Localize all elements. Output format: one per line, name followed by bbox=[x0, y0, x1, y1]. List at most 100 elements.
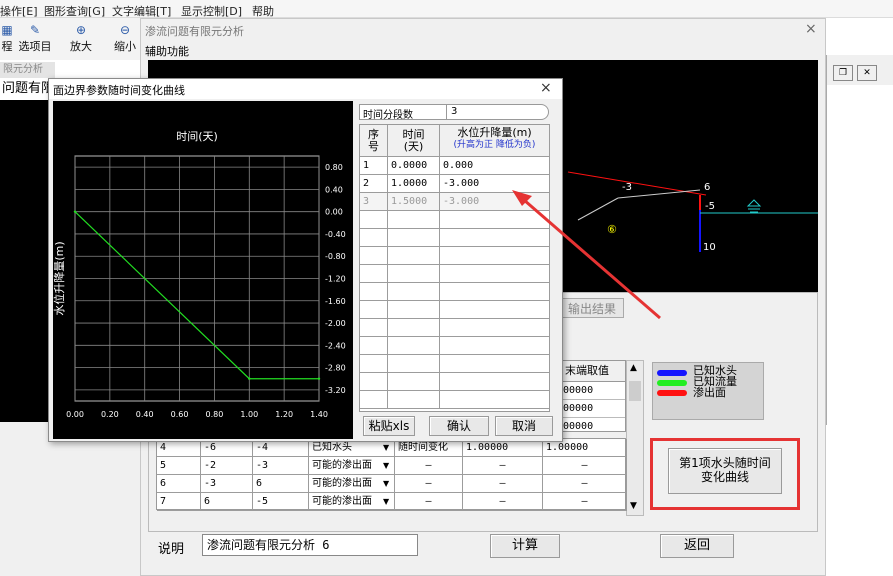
legend-label-seepage: 渗出面 bbox=[693, 386, 726, 399]
col-header-level: 水位升降量(m) (升高为正 降低为负) bbox=[440, 125, 550, 157]
col-header-level-label: 水位升降量(m) bbox=[457, 126, 532, 139]
series-line bbox=[74, 211, 319, 380]
y-tick-label: -0.40 bbox=[325, 230, 346, 239]
data-point bbox=[248, 377, 251, 380]
menu-operate[interactable]: 操作[E] bbox=[0, 3, 38, 19]
y-tick-label: -1.60 bbox=[325, 297, 346, 306]
menu-display-control[interactable]: 显示控制[D] bbox=[181, 3, 242, 19]
time-cell[interactable] bbox=[388, 319, 440, 337]
time-cell[interactable] bbox=[388, 355, 440, 373]
scroll-up-icon[interactable]: ▲ bbox=[630, 363, 637, 373]
level-cell[interactable] bbox=[440, 337, 550, 355]
level-cell[interactable] bbox=[440, 355, 550, 373]
table-cell[interactable]: — bbox=[395, 457, 463, 475]
menu-bar: 操作[E] 图形查询[G] 文字编辑[T] 显示控制[D] 帮助 bbox=[0, 0, 893, 18]
level-cell[interactable] bbox=[440, 283, 550, 301]
cancel-button[interactable]: 取消 bbox=[495, 416, 553, 436]
table-cell[interactable]: — bbox=[463, 457, 543, 475]
project-icon: ▦ bbox=[1, 23, 13, 37]
table-cell[interactable]: -5 bbox=[253, 493, 309, 511]
row-index bbox=[360, 319, 388, 337]
row-index bbox=[360, 355, 388, 373]
table-cell[interactable]: 6 bbox=[157, 475, 201, 493]
curve-chart: 0.00 0.20 0.40 0.60 0.80 1.00 1.20 1.40 0.80 0.40… bbox=[53, 101, 353, 439]
level-cell[interactable] bbox=[440, 265, 550, 283]
node-label-6: 6 bbox=[704, 182, 710, 193]
tab-output-results[interactable]: 输出结果 bbox=[560, 298, 624, 318]
table-cell[interactable]: -3 bbox=[201, 475, 253, 493]
x-tick-label: 1.20 bbox=[275, 410, 293, 419]
time-cell[interactable] bbox=[388, 391, 440, 409]
time-cell[interactable] bbox=[388, 229, 440, 247]
time-cell[interactable]: 1.5000 bbox=[388, 193, 440, 211]
level-cell[interactable] bbox=[440, 301, 550, 319]
zoom-out-button[interactable]: ⊖ 缩小 bbox=[110, 22, 140, 56]
chart-title: 时间(天) bbox=[176, 130, 218, 143]
table-scrollbar[interactable]: ▲ ▼ bbox=[626, 360, 644, 516]
table-cell[interactable]: 6 bbox=[253, 475, 309, 493]
node-label-m5: -5 bbox=[705, 201, 715, 212]
time-cell[interactable] bbox=[388, 265, 440, 283]
calc-button[interactable]: 计算 bbox=[490, 534, 560, 558]
table-cell[interactable]: — bbox=[463, 493, 543, 511]
curve-dialog: 面边界参数随时间变化曲线 × 0.00 0.20 0.40 0.60 0.80 1.00 1… bbox=[48, 78, 563, 442]
table-cell[interactable]: 6 bbox=[201, 493, 253, 511]
ok-button[interactable]: 确认 bbox=[429, 416, 489, 436]
time-cell[interactable] bbox=[388, 301, 440, 319]
menu-aux-functions[interactable]: 辅助功能 bbox=[145, 43, 189, 59]
table-cell[interactable]: 7 bbox=[157, 493, 201, 511]
return-button[interactable]: 返回 bbox=[660, 534, 734, 558]
restore-icon[interactable]: ❐ bbox=[833, 65, 853, 81]
level-cell[interactable] bbox=[440, 373, 550, 391]
table-cell[interactable]: — bbox=[463, 475, 543, 493]
row-index bbox=[360, 247, 388, 265]
curve-dialog-close-button[interactable]: × bbox=[540, 80, 552, 96]
menu-text-edit[interactable]: 文字编辑[T] bbox=[112, 3, 171, 19]
time-cell[interactable]: 0.0000 bbox=[388, 157, 440, 175]
table-cell[interactable]: — bbox=[543, 493, 627, 511]
level-cell[interactable] bbox=[440, 319, 550, 337]
y-tick-label: 0.80 bbox=[325, 163, 343, 172]
level-cell[interactable] bbox=[440, 391, 550, 409]
x-tick-label: 1.40 bbox=[310, 410, 328, 419]
time-cell[interactable] bbox=[388, 373, 440, 391]
paste-xls-button[interactable]: 粘贴xls bbox=[363, 416, 415, 436]
select-project-button[interactable]: ✎ 选项目 bbox=[16, 22, 54, 56]
table-cell[interactable]: 5 bbox=[157, 457, 201, 475]
menu-graph-query[interactable]: 图形查询[G] bbox=[44, 3, 105, 19]
table-cell[interactable]: -3 bbox=[253, 457, 309, 475]
table-cell[interactable]: — bbox=[395, 493, 463, 511]
table-cell[interactable]: — bbox=[543, 475, 627, 493]
level-cell[interactable]: 0.000 bbox=[440, 157, 550, 175]
close-icon[interactable]: ✕ bbox=[857, 65, 877, 81]
scroll-down-icon[interactable]: ▼ bbox=[630, 501, 637, 511]
segments-input[interactable]: 3 bbox=[446, 104, 551, 120]
x-tick-label: 0.40 bbox=[136, 410, 154, 419]
y-tick-label: -3.20 bbox=[325, 386, 346, 395]
time-cell[interactable] bbox=[388, 283, 440, 301]
level-cell[interactable] bbox=[440, 211, 550, 229]
toolbar: ▦ 程 ✎ 选项目 ⊕ 放大 ⊖ 缩小 bbox=[0, 18, 160, 60]
legend-swatch-known-flow bbox=[657, 380, 687, 386]
main-dialog-close-button[interactable]: × bbox=[805, 21, 817, 37]
time-cell[interactable]: 1.0000 bbox=[388, 175, 440, 193]
desc-input[interactable]: 渗流问题有限元分析 6 bbox=[202, 534, 418, 556]
menu-help[interactable]: 帮助 bbox=[252, 3, 274, 19]
project-button[interactable]: ▦ 程 bbox=[0, 22, 14, 56]
zoom-in-button[interactable]: ⊕ 放大 bbox=[64, 22, 98, 56]
bg-window-tab[interactable]: 问题有限元 bbox=[0, 78, 55, 100]
table-cell[interactable]: — bbox=[543, 457, 627, 475]
row-index bbox=[360, 283, 388, 301]
time-cell[interactable] bbox=[388, 211, 440, 229]
table-cell[interactable]: -2 bbox=[201, 457, 253, 475]
level-cell[interactable]: -3.000 bbox=[440, 175, 550, 193]
level-cell[interactable] bbox=[440, 247, 550, 265]
data-point bbox=[317, 377, 321, 380]
level-cell[interactable]: -3.000 bbox=[440, 193, 550, 211]
time-cell[interactable] bbox=[388, 337, 440, 355]
table-cell[interactable]: — bbox=[395, 475, 463, 493]
scroll-thumb[interactable] bbox=[629, 381, 641, 401]
head-curve-button[interactable]: 第1项水头随时间 变化曲线 bbox=[668, 448, 782, 494]
level-cell[interactable] bbox=[440, 229, 550, 247]
time-cell[interactable] bbox=[388, 247, 440, 265]
